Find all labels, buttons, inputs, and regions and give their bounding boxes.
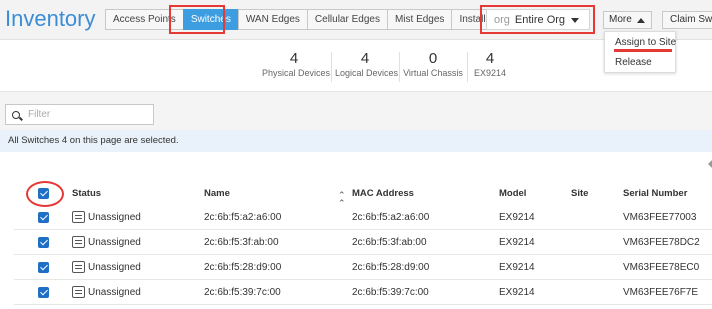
more-button[interactable]: More xyxy=(603,11,652,29)
stat-label: Virtual Chassis xyxy=(403,68,463,78)
row-status: Unassigned xyxy=(88,287,141,298)
switches-tab-highlight xyxy=(169,5,225,34)
status-icon xyxy=(72,236,85,248)
stat-value: 4 xyxy=(485,50,495,67)
filter-field[interactable] xyxy=(5,104,154,125)
table-row[interactable]: Unassigned 2c:6b:f5:28:d9:00 2c:6b:f5:28… xyxy=(14,255,712,280)
row-status: Unassigned xyxy=(88,212,141,223)
stat-label: EX9214 xyxy=(473,68,507,78)
row-mac: 2c:6b:f5:28:d9:00 xyxy=(352,262,430,273)
stat-virtual-chassis: 0 Virtual Chassis xyxy=(403,51,463,79)
row-mac: 2c:6b:f5:39:7c:00 xyxy=(352,287,429,298)
row-serial: VM63FEE78EC0 xyxy=(623,262,700,273)
stat-label: Physical Devices xyxy=(262,68,331,78)
stat-model-ex9214: 4 EX9214 xyxy=(472,51,508,79)
more-label: More xyxy=(609,14,632,25)
stat-divider xyxy=(399,52,400,82)
tab-mist-edges[interactable]: Mist Edges xyxy=(386,9,452,30)
more-menu: Assign to Site Release xyxy=(604,31,676,73)
row-model: EX9214 xyxy=(499,237,535,248)
org-selector-highlight xyxy=(480,5,595,34)
row-mac: 2c:6b:f5:a2:a6:00 xyxy=(352,212,430,223)
stat-physical-devices: 4 Physical Devices xyxy=(262,50,331,79)
row-model: EX9214 xyxy=(499,287,535,298)
row-model: EX9214 xyxy=(499,212,535,223)
column-name[interactable]: Name xyxy=(204,188,230,199)
banner-prefix: All Switches xyxy=(8,135,62,146)
row-checkbox[interactable] xyxy=(38,212,49,223)
row-status: Unassigned xyxy=(88,262,141,273)
column-mac-address[interactable]: MAC Address xyxy=(352,188,414,199)
row-checkbox[interactable] xyxy=(38,287,49,298)
stat-logical-devices: 4 Logical Devices xyxy=(335,50,399,79)
collapse-arrow-icon[interactable] xyxy=(708,160,712,168)
select-all-highlight xyxy=(26,181,64,207)
stat-value: 4 xyxy=(360,50,370,67)
row-model: EX9214 xyxy=(499,262,535,273)
menu-item-assign-to-site[interactable]: Assign to Site xyxy=(615,37,676,48)
table-row[interactable]: Unassigned 2c:6b:f5:a2:a6:00 2c:6b:f5:a2… xyxy=(14,205,712,230)
status-icon xyxy=(72,286,85,298)
column-status[interactable]: Status xyxy=(72,188,101,199)
selection-banner: All Switches 4 on this page are selected… xyxy=(0,130,712,152)
search-icon xyxy=(12,110,20,119)
stat-value: 0 xyxy=(428,50,438,67)
row-serial: VM63FEE78DC2 xyxy=(623,237,700,248)
tab-wan-edges[interactable]: WAN Edges xyxy=(237,9,307,30)
column-serial-number[interactable]: Serial Number xyxy=(623,188,687,199)
filter-bar xyxy=(0,91,712,130)
caret-up-icon xyxy=(637,18,645,23)
column-site[interactable]: Site xyxy=(571,188,588,199)
row-serial: VM63FEE76F7E xyxy=(623,287,699,298)
row-mac: 2c:6b:f5:3f:ab:00 xyxy=(352,237,427,248)
row-checkbox[interactable] xyxy=(38,262,49,273)
stat-value: 4 xyxy=(289,50,299,67)
row-name[interactable]: 2c:6b:f5:3f:ab:00 xyxy=(204,237,279,248)
status-icon xyxy=(72,211,85,223)
stat-divider xyxy=(331,52,332,82)
claim-switches-button[interactable]: Claim Switches xyxy=(662,11,712,29)
banner-suffix: on this page are selected. xyxy=(67,135,179,146)
row-serial: VM63FEE77003 xyxy=(623,212,697,223)
stat-divider xyxy=(467,52,468,82)
column-model[interactable]: Model xyxy=(499,188,526,199)
page-title: Inventory xyxy=(5,6,96,31)
table-row[interactable]: Unassigned 2c:6b:f5:3f:ab:00 2c:6b:f5:3f… xyxy=(14,230,712,255)
row-name[interactable]: 2c:6b:f5:39:7c:00 xyxy=(204,287,281,298)
menu-item-release[interactable]: Release xyxy=(615,57,652,68)
status-icon xyxy=(72,261,85,273)
filter-input[interactable] xyxy=(28,109,148,120)
assign-underline-highlight xyxy=(614,49,672,52)
row-name[interactable]: 2c:6b:f5:28:d9:00 xyxy=(204,262,281,273)
tab-cellular-edges[interactable]: Cellular Edges xyxy=(306,9,387,30)
table-header: Status Name ⌃ ⌃ MAC Address Model Site Se… xyxy=(0,180,712,208)
table-row[interactable]: Unassigned 2c:6b:f5:39:7c:00 2c:6b:f5:39… xyxy=(14,280,712,305)
row-name[interactable]: 2c:6b:f5:a2:a6:00 xyxy=(204,212,281,223)
row-checkbox[interactable] xyxy=(38,237,49,248)
stat-label: Logical Devices xyxy=(335,68,399,78)
row-status: Unassigned xyxy=(88,237,141,248)
